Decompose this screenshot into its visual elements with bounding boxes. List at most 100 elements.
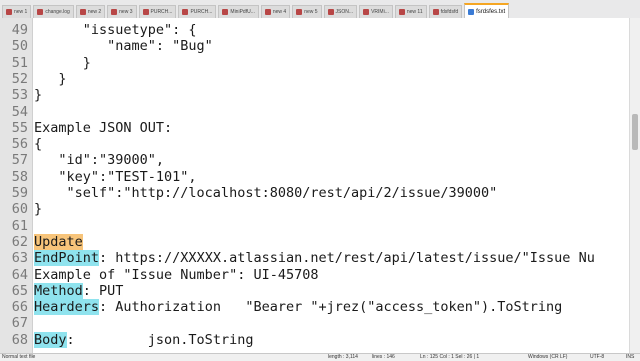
code-line[interactable]: 64 Example of "Issue Number": UI-45708: [0, 267, 630, 283]
tab-label: JSON...: [335, 9, 354, 15]
code-text: : json.ToString: [66, 331, 254, 348]
tab-9[interactable]: new 5: [292, 5, 322, 18]
line-text: "key":"TEST-101",: [34, 168, 197, 185]
line-number: 59: [11, 185, 28, 201]
file-icon: [363, 9, 370, 15]
tab-8[interactable]: new 4: [260, 5, 291, 18]
tab-11[interactable]: VRIMi...: [359, 5, 393, 18]
line-text: }: [34, 87, 42, 103]
tab-label: change.log: [45, 9, 70, 15]
tab-3[interactable]: new 2: [75, 5, 106, 18]
line-text: }: [34, 201, 42, 217]
code-line[interactable]: 62 Update: [0, 233, 630, 250]
code-line[interactable]: 63 EndPoint: https://XXXXX.atlassian.net/…: [0, 250, 630, 267]
highlighted-token: Update: [34, 233, 83, 250]
file-icon: [222, 9, 229, 15]
code-line[interactable]: 55 Example JSON OUT:: [0, 120, 630, 136]
file-icon: [468, 8, 475, 15]
scrollbar-thumb[interactable]: [632, 114, 638, 150]
tab-label: PURCH...: [190, 9, 213, 15]
code-text: {: [34, 136, 43, 153]
tab-14[interactable]: fsrdsfes.txt: [464, 3, 510, 18]
code-text: Example of "Issue Number": UI-45708: [34, 266, 319, 283]
tab-label: fsrdsfes.txt: [476, 8, 506, 15]
tab-label: new 11: [406, 9, 423, 15]
file-icon: [182, 9, 189, 15]
tab-4[interactable]: new 3: [107, 5, 137, 18]
line-text: Hearders: Authorization "Bearer "+jrez("…: [34, 299, 563, 316]
line-number: 65: [11, 282, 28, 299]
code-line[interactable]: 59 "self":"http://localhost:8080/rest/ap…: [0, 185, 630, 201]
code-line[interactable]: 51 }: [0, 55, 630, 71]
line-text: "issuetype": {: [34, 22, 197, 38]
code-line[interactable]: 50 "name": "Bug": [0, 38, 630, 54]
file-icon: [142, 9, 149, 15]
code-line[interactable]: 67: [0, 315, 630, 331]
code-text: "name": "Bug": [34, 38, 213, 55]
code-text: Example JSON OUT:: [34, 119, 173, 136]
code-text: : https://XXXXX.atlassian.net/rest/api/l…: [99, 250, 595, 267]
line-number: 64: [11, 266, 28, 283]
code-text: : Authorization "Bearer "+jrez("access_t…: [99, 299, 563, 316]
code-text: "issuetype": {: [34, 22, 197, 38]
code-line[interactable]: 49 "issuetype": {: [0, 22, 630, 38]
line-text: Example JSON OUT:: [34, 120, 172, 136]
line-text: {: [34, 136, 42, 152]
line-text: EndPoint: https://XXXXX.atlassian.net/re…: [34, 250, 595, 267]
line-number: 60: [11, 201, 28, 218]
line-number: 50: [11, 38, 28, 55]
file-icon: [296, 9, 303, 15]
code-line[interactable]: 65 Method: PUT: [0, 282, 630, 299]
file-icon: [79, 9, 86, 15]
highlighted-token: Body: [34, 331, 67, 348]
tab-2[interactable]: change.log: [33, 5, 74, 18]
code-text: }: [34, 54, 91, 71]
file-icon: [6, 9, 12, 15]
tab-5[interactable]: PURCH...: [138, 5, 177, 18]
code-text: }: [34, 87, 43, 104]
editor-area[interactable]: 49 "issuetype": {50 "name": "Bug" 51 } 52 …: [0, 18, 630, 353]
code-line[interactable]: 57 "id":"39000",: [0, 152, 630, 168]
line-text: "id":"39000",: [34, 152, 164, 168]
tab-label: new 5: [304, 9, 318, 15]
line-number: 49: [11, 22, 28, 38]
code-line[interactable]: 58 "key":"TEST-101",: [0, 169, 630, 185]
line-text: Body: json.ToString: [34, 331, 254, 348]
code-text: "self":"http://localhost:8080/rest/api/2…: [34, 185, 498, 201]
line-number: 56: [11, 136, 28, 153]
line-number: 61: [11, 217, 28, 234]
code-text: : PUT: [82, 282, 124, 299]
tab-1[interactable]: new 1: [2, 5, 32, 18]
vertical-scrollbar[interactable]: [629, 18, 640, 353]
code-line[interactable]: 52 }: [0, 71, 630, 87]
code-line[interactable]: 53}: [0, 87, 630, 103]
file-icon: [327, 9, 334, 15]
file-icon: [37, 9, 44, 15]
line-number: 68: [11, 331, 28, 348]
line-number: 58: [11, 168, 28, 185]
tab-10[interactable]: JSON...: [323, 5, 358, 18]
line-number: 57: [11, 152, 28, 169]
code-line[interactable]: 66 Hearders: Authorization "Bearer "+jrez…: [0, 299, 630, 316]
line-text: Example of "Issue Number": UI-45708: [34, 267, 318, 283]
tab-6[interactable]: PURCH...: [178, 5, 217, 18]
code-line[interactable]: 68 Body: json.ToString: [0, 331, 630, 348]
line-number: 66: [11, 299, 28, 316]
code-line[interactable]: 54: [0, 104, 630, 120]
line-text: }: [34, 71, 66, 87]
tab-13[interactable]: fdsfdsfd: [428, 5, 463, 18]
code-line[interactable]: 61: [0, 218, 630, 234]
tab-7[interactable]: MiniPdfU...: [218, 5, 259, 18]
code-line[interactable]: 60}: [0, 201, 630, 217]
highlighted-token: Method: [34, 282, 83, 299]
line-number: 53: [11, 87, 28, 104]
tab-label: new 2: [87, 9, 102, 15]
tab-12[interactable]: new 11: [394, 5, 427, 18]
code-text: "id":"39000",: [34, 152, 165, 169]
line-number: 63: [11, 250, 28, 267]
code-line[interactable]: 56 {: [0, 136, 630, 152]
file-icon: [111, 9, 118, 15]
line-number: 51: [11, 54, 28, 71]
line-text: "name": "Bug": [34, 38, 213, 54]
code-text: "key":"TEST-101",: [34, 168, 197, 185]
